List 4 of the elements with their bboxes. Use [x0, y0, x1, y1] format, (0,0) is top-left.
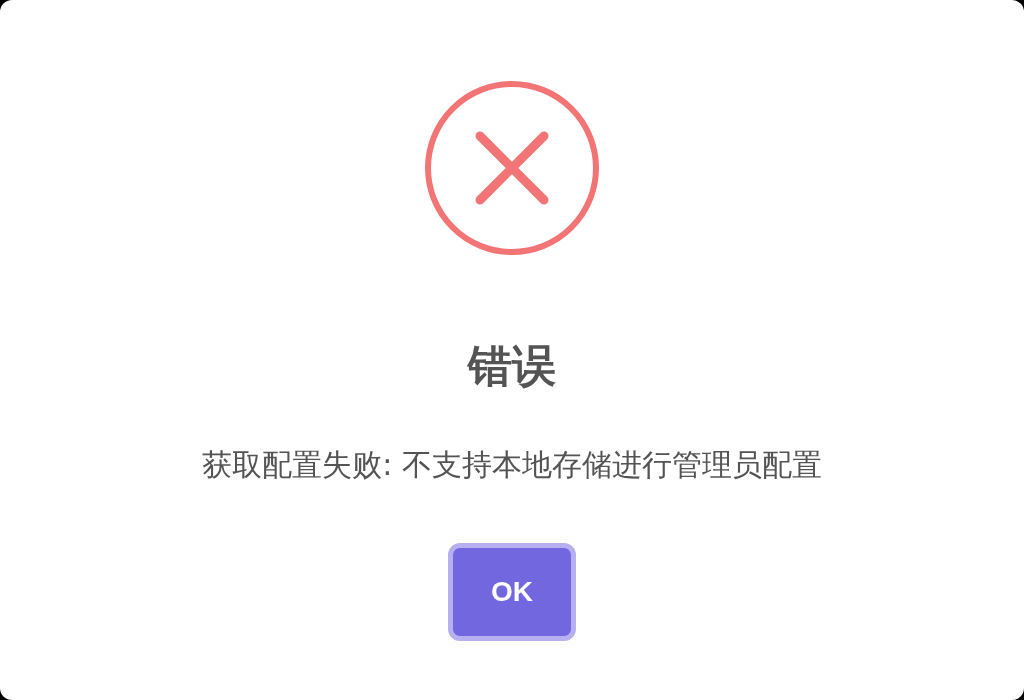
dialog-title: 错误 [468, 339, 556, 393]
error-x-icon [424, 80, 600, 256]
ok-button[interactable]: OK [448, 543, 576, 641]
error-message: 获取配置失败: 不支持本地存储进行管理员配置 [202, 446, 822, 484]
